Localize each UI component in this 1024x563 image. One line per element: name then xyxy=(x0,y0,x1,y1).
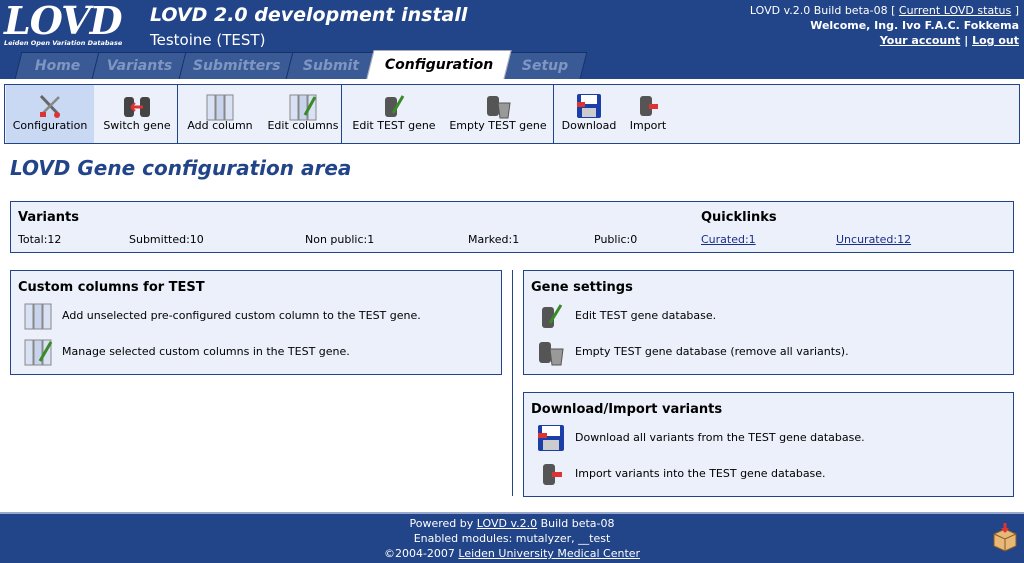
edit-gene-row[interactable]: Edit TEST gene database. xyxy=(536,301,1006,331)
manage-columns-text: Manage selected custom columns in the TE… xyxy=(62,345,350,358)
switch-gene-icon xyxy=(124,97,150,117)
uncurated-link[interactable]: Uncurated:12 xyxy=(836,233,911,246)
page-title: LOVD Gene configuration area xyxy=(10,156,352,180)
menu-separator xyxy=(341,85,342,143)
menu-download[interactable]: Download xyxy=(556,85,622,143)
variants-heading: Variants xyxy=(18,210,79,225)
download-text: Download all variants from the TEST gene… xyxy=(575,431,865,444)
tab-setup[interactable]: Setup xyxy=(502,52,588,79)
footer: Powered by LOVD v.2.0 Build beta-08 Enab… xyxy=(0,514,1024,563)
lumc-link[interactable]: Leiden University Medical Center xyxy=(458,547,640,560)
copyright-text: ©2004-2007 xyxy=(383,547,455,560)
user-info: LOVD v.2.0 Build beta-08 [ Current LOVD … xyxy=(750,3,1019,48)
edit-gene-text: Edit TEST gene database. xyxy=(575,309,717,322)
edit-columns-icon xyxy=(289,94,317,121)
link-separator: | xyxy=(964,34,969,47)
custom-columns-title: Custom columns for TEST xyxy=(18,280,205,295)
download-import-panel: Download/Import variants Download all va… xyxy=(523,392,1014,497)
import-icon xyxy=(640,96,658,116)
empty-gene-icon xyxy=(487,96,511,119)
variants-summary: Variants Total:12 Submitted:10 Non publi… xyxy=(10,201,1014,253)
enabled-modules: Enabled modules: mutalyzer, __test xyxy=(413,532,611,545)
menu-edit-columns[interactable]: Edit columns xyxy=(262,85,344,143)
add-column-icon xyxy=(24,303,52,330)
add-column-row[interactable]: Add unselected pre-configured custom col… xyxy=(23,301,493,331)
empty-gene-row[interactable]: Empty TEST gene database (remove all var… xyxy=(536,337,1006,367)
import-icon xyxy=(543,464,562,485)
powered-by-text: Powered by xyxy=(409,517,474,530)
menu-switch-gene[interactable]: Switch gene xyxy=(97,85,177,143)
edit-gene-icon xyxy=(542,304,563,328)
menu-edit-gene[interactable]: Edit TEST gene xyxy=(344,85,444,143)
stat-total: Total:12 xyxy=(18,233,62,246)
package-icon[interactable] xyxy=(990,522,1020,552)
lovd-version-link[interactable]: LOVD v.2.0 xyxy=(477,517,537,530)
stat-non-public: Non public:1 xyxy=(305,233,375,246)
version-close: ] xyxy=(1014,4,1019,17)
empty-gene-text: Empty TEST gene database (remove all var… xyxy=(575,345,849,358)
site-title: LOVD 2.0 development install xyxy=(150,4,468,26)
column-divider xyxy=(512,270,513,496)
logo-subtitle: Leiden Open Variation Database xyxy=(4,39,123,47)
gene-settings-title: Gene settings xyxy=(531,280,633,295)
tab-submitters[interactable]: Submitters xyxy=(178,52,296,79)
menu-add-column[interactable]: Add column xyxy=(180,85,260,143)
custom-columns-panel: Custom columns for TEST Add unselected p… xyxy=(10,270,502,375)
tab-configuration[interactable]: Configuration xyxy=(366,50,512,79)
empty-gene-icon xyxy=(539,342,564,366)
add-column-icon xyxy=(206,94,234,121)
menu-import[interactable]: Import xyxy=(623,85,673,143)
download-row[interactable]: Download all variants from the TEST gene… xyxy=(536,423,1006,453)
download-import-title: Download/Import variants xyxy=(531,402,723,417)
welcome-text: Welcome, Ing. Ivo F.A.C. Fokkema xyxy=(810,19,1019,32)
menu-separator xyxy=(177,85,178,143)
quicklinks-heading: Quicklinks xyxy=(701,210,777,225)
stat-marked: Marked:1 xyxy=(468,233,520,246)
floppy-disk-icon xyxy=(577,94,601,118)
import-row[interactable]: Import variants into the TEST gene datab… xyxy=(536,459,1006,489)
menu-configuration[interactable]: Configuration xyxy=(6,85,94,143)
stat-public: Public:0 xyxy=(594,233,638,246)
build-text: Build beta-08 xyxy=(540,517,615,530)
add-column-text: Add unselected pre-configured custom col… xyxy=(62,309,421,322)
manage-columns-row[interactable]: Manage selected custom columns in the TE… xyxy=(23,337,493,367)
edit-gene-icon xyxy=(385,95,405,117)
import-text: Import variants into the TEST gene datab… xyxy=(575,467,826,480)
tab-home[interactable]: Home xyxy=(14,52,102,79)
edit-columns-icon xyxy=(24,339,53,366)
tools-icon xyxy=(39,94,61,118)
tab-variants[interactable]: Variants xyxy=(91,52,189,79)
menu-empty-gene[interactable]: Empty TEST gene xyxy=(445,85,551,143)
header: LOVD Leiden Open Variation Database LOVD… xyxy=(0,0,1024,79)
your-account-link[interactable]: Your account xyxy=(880,34,961,47)
tab-submit[interactable]: Submit xyxy=(285,52,378,79)
stat-submitted: Submitted:10 xyxy=(129,233,204,246)
config-menu-bar: Configuration Switch gene Add column Edi… xyxy=(4,84,1020,144)
current-status-link[interactable]: Current LOVD status xyxy=(899,4,1011,17)
current-gene: Testoine (TEST) xyxy=(150,31,266,49)
menu-separator xyxy=(553,85,554,143)
gene-settings-panel: Gene settings Edit TEST gene database. E… xyxy=(523,270,1014,375)
curated-link[interactable]: Curated:1 xyxy=(701,233,756,246)
lovd-logo[interactable]: LOVD Leiden Open Variation Database xyxy=(4,0,128,49)
logo-text: LOVD xyxy=(4,0,123,43)
floppy-disk-icon xyxy=(538,425,564,451)
logout-link[interactable]: Log out xyxy=(972,34,1019,47)
version-text: LOVD v.2.0 Build beta-08 [ xyxy=(749,4,896,17)
